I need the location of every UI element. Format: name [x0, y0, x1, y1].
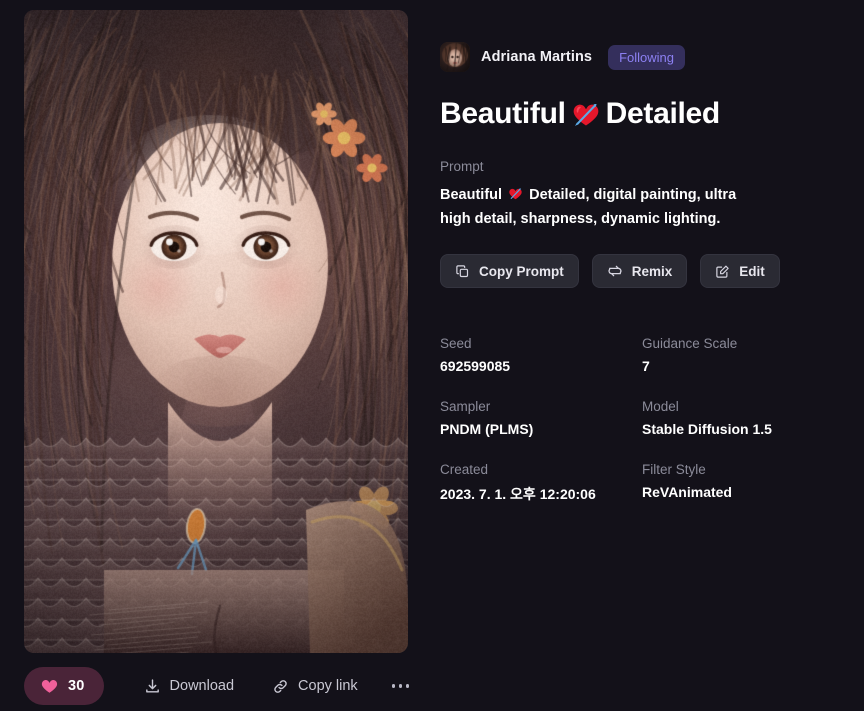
author-name[interactable]: Adriana Martins [481, 49, 592, 65]
metadata-value: 7 [642, 358, 840, 374]
like-button[interactable]: 30 [24, 667, 104, 705]
copy-link-label: Copy link [298, 678, 358, 694]
link-icon [272, 678, 289, 695]
avatar[interactable] [440, 42, 470, 72]
metadata-label: Seed [440, 336, 642, 351]
metadata-item-created: Created 2023. 7. 1. 오후 12:20:06 [440, 462, 642, 504]
heart-icon [40, 677, 59, 695]
copy-prompt-button[interactable]: Copy Prompt [440, 254, 579, 288]
edit-icon [715, 264, 730, 279]
heart-with-arrow-icon [508, 186, 523, 201]
author-row: Adriana Martins Following [440, 42, 840, 72]
heart-with-arrow-icon [571, 99, 601, 129]
remix-label: Remix [632, 264, 673, 279]
follow-button[interactable]: Following [608, 45, 685, 70]
metadata-value: Stable Diffusion 1.5 [642, 421, 840, 437]
edit-label: Edit [739, 264, 765, 279]
bottom-action-bar: 30 Download Copy link [24, 666, 424, 706]
metadata-label: Sampler [440, 399, 642, 414]
remix-icon [607, 263, 623, 279]
remix-button[interactable]: Remix [592, 254, 688, 288]
title-text-before: Beautiful [440, 96, 566, 131]
copy-prompt-label: Copy Prompt [479, 264, 564, 279]
action-button-row: Copy Prompt Remix Edit [440, 254, 840, 288]
title-text-after: Detailed [606, 96, 720, 131]
metadata-item-filter-style: Filter Style ReVAnimated [642, 462, 840, 504]
edit-button[interactable]: Edit [700, 254, 780, 288]
detail-panel: Adriana Martins Following Beautiful Deta… [440, 0, 840, 504]
prompt-label: Prompt [440, 159, 840, 174]
metadata-item-model: Model Stable Diffusion 1.5 [642, 399, 840, 437]
like-count: 30 [68, 678, 85, 694]
metadata-value: ReVAnimated [642, 484, 840, 500]
metadata-value: 2023. 7. 1. 오후 12:20:06 [440, 484, 642, 504]
prompt-text-before: Beautiful [440, 187, 502, 203]
metadata-label: Model [642, 399, 840, 414]
dot [406, 684, 410, 688]
download-icon [144, 678, 161, 695]
metadata-value: 692599085 [440, 358, 642, 374]
metadata-grid: Seed 692599085 Guidance Scale 7 Sampler … [440, 336, 840, 504]
artwork-column [24, 10, 408, 653]
metadata-item-guidance-scale: Guidance Scale 7 [642, 336, 840, 374]
copy-icon [455, 264, 470, 279]
metadata-value: PNDM (PLMS) [440, 421, 642, 437]
metadata-label: Filter Style [642, 462, 840, 477]
metadata-label: Created [440, 462, 642, 477]
dot [399, 684, 403, 688]
page-title: Beautiful Detailed [440, 96, 840, 131]
download-label: Download [170, 678, 235, 694]
metadata-item-seed: Seed 692599085 [440, 336, 642, 374]
artwork-image[interactable] [24, 10, 408, 653]
download-button[interactable]: Download [140, 672, 239, 701]
metadata-label: Guidance Scale [642, 336, 840, 351]
dot [392, 684, 396, 688]
prompt-text: Beautiful Detailed, digital painting, ul… [440, 184, 758, 232]
metadata-item-sampler: Sampler PNDM (PLMS) [440, 399, 642, 437]
copy-link-button[interactable]: Copy link [268, 672, 362, 701]
more-options-button[interactable] [386, 674, 416, 698]
